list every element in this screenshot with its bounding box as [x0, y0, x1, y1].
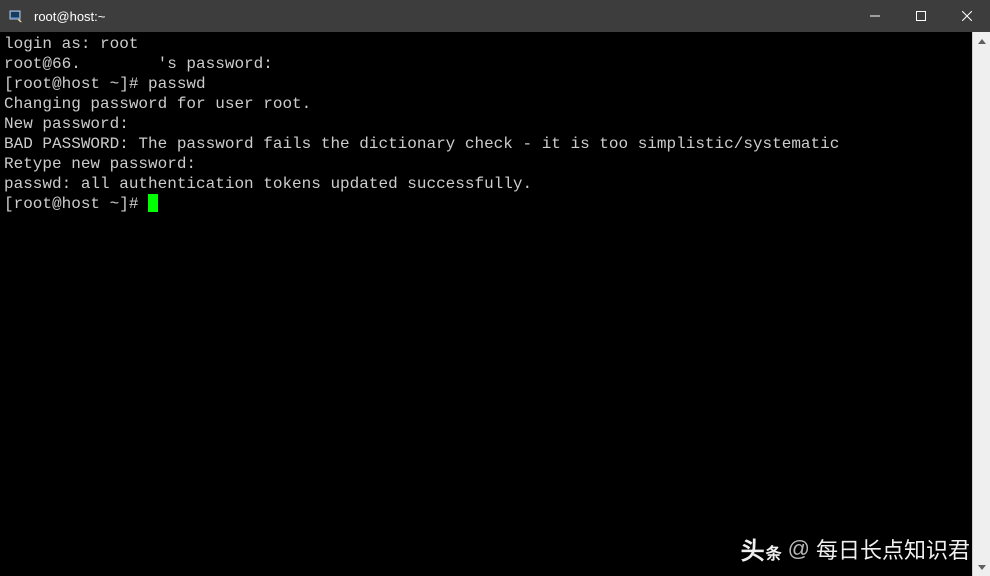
terminal-line: BAD PASSWORD: The password fails the dic…	[4, 134, 968, 154]
terminal-line: login as: root	[4, 34, 968, 54]
terminal-line: New password:	[4, 114, 968, 134]
close-button[interactable]	[944, 0, 990, 32]
terminal-line: [root@host ~]# passwd	[4, 74, 968, 94]
terminal-line: Changing password for user root.	[4, 94, 968, 114]
watermark-author: 每日长点知识君	[816, 533, 970, 565]
scroll-down-icon[interactable]	[973, 558, 990, 576]
watermark-logo: 头条	[741, 531, 782, 566]
terminal-prompt: [root@host ~]#	[4, 195, 148, 213]
window-title: root@host:~	[32, 9, 852, 24]
window-titlebar[interactable]: root@host:~	[0, 0, 990, 32]
maximize-button[interactable]	[898, 0, 944, 32]
minimize-button[interactable]	[852, 0, 898, 32]
scroll-up-icon[interactable]	[973, 32, 990, 50]
watermark: 头条 @ 每日长点知识君	[741, 531, 970, 566]
putty-icon	[8, 8, 24, 24]
watermark-logo-main: 头	[741, 531, 765, 566]
terminal-line: root@66. 's password:	[4, 54, 968, 74]
terminal-area: login as: rootroot@66. 's password:[root…	[0, 32, 990, 576]
vertical-scrollbar[interactable]	[972, 32, 990, 576]
terminal-line: passwd: all authentication tokens update…	[4, 174, 968, 194]
terminal-line: Retype new password:	[4, 154, 968, 174]
watermark-at: @	[788, 536, 810, 562]
terminal-output[interactable]: login as: rootroot@66. 's password:[root…	[0, 32, 972, 576]
window-controls	[852, 0, 990, 32]
terminal-prompt-line: [root@host ~]#	[4, 194, 968, 214]
cursor-icon	[148, 194, 158, 212]
watermark-logo-small: 条	[766, 540, 782, 564]
